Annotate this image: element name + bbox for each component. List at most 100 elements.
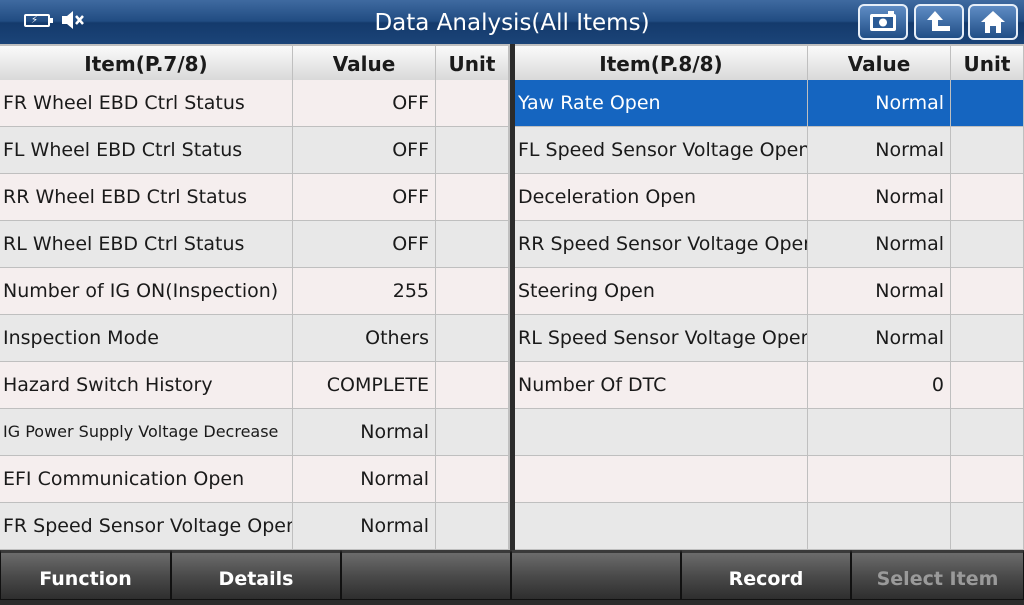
- column-header-unit: Unit: [436, 46, 508, 80]
- left-data-table: Item(P.7/8) Value Unit FR Wheel EBD Ctrl…: [0, 44, 510, 550]
- select-item-button[interactable]: Select Item: [851, 550, 1024, 600]
- column-header-item: Item(P.7/8): [0, 46, 292, 80]
- row-unit: [951, 221, 1023, 267]
- row-value: [808, 456, 950, 502]
- row-unit: [951, 409, 1023, 455]
- column-header-value: Value: [293, 46, 435, 80]
- table-row[interactable]: FR Wheel EBD Ctrl Status OFF: [0, 80, 508, 126]
- row-item-label: Steering Open: [515, 268, 807, 314]
- row-value: Normal: [808, 221, 950, 267]
- row-unit: [436, 503, 508, 549]
- row-item-label: RL Speed Sensor Voltage Open: [515, 315, 807, 361]
- row-item-label: RL Wheel EBD Ctrl Status: [0, 221, 292, 267]
- row-value: 255: [293, 268, 435, 314]
- details-button[interactable]: Details: [171, 550, 341, 600]
- table-row[interactable]: RL Wheel EBD Ctrl Status OFF: [0, 221, 508, 267]
- column-header-value: Value: [808, 46, 950, 80]
- row-item-label: Yaw Rate Open: [515, 80, 807, 126]
- screenshot-button[interactable]: [858, 4, 908, 40]
- row-item-label: RR Wheel EBD Ctrl Status: [0, 174, 292, 220]
- table-row[interactable]: Yaw Rate Open Normal: [515, 80, 1023, 126]
- row-value: OFF: [293, 221, 435, 267]
- row-unit: [436, 315, 508, 361]
- row-item-label: FR Speed Sensor Voltage Open: [0, 503, 292, 549]
- row-unit: [951, 127, 1023, 173]
- row-value: OFF: [293, 80, 435, 126]
- title-bar: ⚡ Data Analysis(All Items): [0, 0, 1024, 44]
- row-unit: [436, 221, 508, 267]
- table-row[interactable]: Number Of DTC 0: [515, 362, 1023, 408]
- row-item-label: EFI Communication Open: [0, 456, 292, 502]
- table-row[interactable]: [515, 503, 1023, 549]
- row-value: Normal: [808, 80, 950, 126]
- table-row[interactable]: Number of IG ON(Inspection) 255: [0, 268, 508, 314]
- back-button[interactable]: [914, 4, 964, 40]
- row-item-label: [515, 409, 807, 455]
- row-item-label: Number of IG ON(Inspection): [0, 268, 292, 314]
- row-unit: [436, 174, 508, 220]
- row-item-label: Number Of DTC: [515, 362, 807, 408]
- right-data-table: Item(P.8/8) Value Unit Yaw Rate Open Norm…: [515, 44, 1024, 550]
- row-value: 0: [808, 362, 950, 408]
- row-value: Normal: [293, 409, 435, 455]
- column-header-item: Item(P.8/8): [515, 46, 807, 80]
- row-value: Normal: [293, 503, 435, 549]
- bottom-toolbar: Function Details Record Select Item: [0, 550, 1024, 600]
- home-icon: [981, 11, 1005, 33]
- row-unit: [436, 456, 508, 502]
- row-item-label: RR Speed Sensor Voltage Open: [515, 221, 807, 267]
- back-arrow-icon: [927, 11, 950, 31]
- row-item-label: Deceleration Open: [515, 174, 807, 220]
- table-row[interactable]: RR Speed Sensor Voltage Open Normal: [515, 221, 1023, 267]
- row-item-label: [515, 503, 807, 549]
- row-unit: [951, 315, 1023, 361]
- row-unit: [436, 362, 508, 408]
- table-row[interactable]: RR Wheel EBD Ctrl Status OFF: [0, 174, 508, 220]
- blank-button-2[interactable]: [511, 550, 681, 600]
- table-row[interactable]: FL Speed Sensor Voltage Open Normal: [515, 127, 1023, 173]
- column-header-unit: Unit: [951, 46, 1023, 80]
- row-value: Normal: [293, 456, 435, 502]
- row-unit: [951, 362, 1023, 408]
- row-unit: [436, 268, 508, 314]
- row-item-label: Inspection Mode: [0, 315, 292, 361]
- row-unit: [951, 268, 1023, 314]
- row-item-label: Hazard Switch History: [0, 362, 292, 408]
- row-unit: [951, 174, 1023, 220]
- table-row[interactable]: [515, 456, 1023, 502]
- row-value: [808, 409, 950, 455]
- row-value: Normal: [808, 315, 950, 361]
- table-row[interactable]: Deceleration Open Normal: [515, 174, 1023, 220]
- table-row[interactable]: Hazard Switch History COMPLETE: [0, 362, 508, 408]
- table-row[interactable]: FR Speed Sensor Voltage Open Normal: [0, 503, 508, 549]
- table-row[interactable]: FL Wheel EBD Ctrl Status OFF: [0, 127, 508, 173]
- row-value: Normal: [808, 268, 950, 314]
- row-item-label: FL Speed Sensor Voltage Open: [515, 127, 807, 173]
- row-unit: [436, 80, 508, 126]
- table-row[interactable]: Inspection Mode Others: [0, 315, 508, 361]
- row-value: Normal: [808, 174, 950, 220]
- row-item-label: IG Power Supply Voltage Decrease: [0, 409, 292, 455]
- table-row[interactable]: IG Power Supply Voltage Decrease Normal: [0, 409, 508, 455]
- row-value: COMPLETE: [293, 362, 435, 408]
- row-item-label: FL Wheel EBD Ctrl Status: [0, 127, 292, 173]
- row-unit: [951, 503, 1023, 549]
- table-row[interactable]: [515, 409, 1023, 455]
- row-unit: [436, 409, 508, 455]
- row-value: [808, 503, 950, 549]
- table-row[interactable]: RL Speed Sensor Voltage Open Normal: [515, 315, 1023, 361]
- row-value: Normal: [808, 127, 950, 173]
- row-value: OFF: [293, 174, 435, 220]
- table-row[interactable]: EFI Communication Open Normal: [0, 456, 508, 502]
- row-unit: [951, 80, 1023, 126]
- function-button[interactable]: Function: [0, 550, 171, 600]
- row-value: OFF: [293, 127, 435, 173]
- row-item-label: [515, 456, 807, 502]
- row-item-label: FR Wheel EBD Ctrl Status: [0, 80, 292, 126]
- table-row[interactable]: Steering Open Normal: [515, 268, 1023, 314]
- row-value: Others: [293, 315, 435, 361]
- screenshot-icon: [870, 11, 896, 31]
- record-button[interactable]: Record: [681, 550, 851, 600]
- blank-button-1[interactable]: [341, 550, 511, 600]
- home-button[interactable]: [968, 4, 1018, 40]
